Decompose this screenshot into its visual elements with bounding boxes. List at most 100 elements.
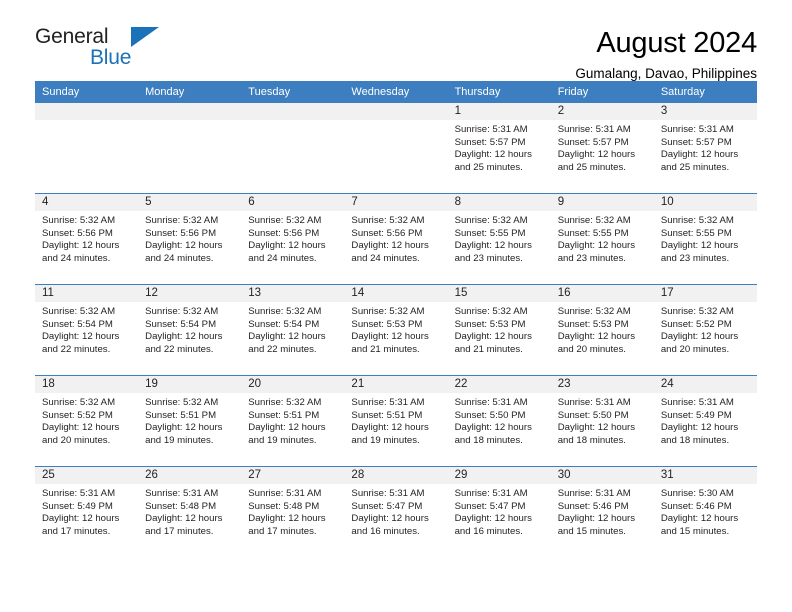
- daylight-text-line2: and 25 minutes.: [660, 161, 730, 173]
- calendar-day-cell[interactable]: 29 Sunrise: 5:31 AM Sunset: 5:47 PM Dayligh…: [447, 466, 551, 557]
- day-cell-inner: 20 Sunrise: 5:32 AM Sunset: 5:51 PM Dayligh…: [241, 376, 345, 466]
- sunrise-text: Sunrise: 5:32 AM: [145, 397, 219, 408]
- brand-logo[interactable]: General Blue: [35, 26, 215, 82]
- daylight-text-line1: Daylight: 12 hours: [248, 240, 326, 252]
- calendar-day-cell[interactable]: 16 Sunrise: 5:32 AM Sunset: 5:53 PM Dayligh…: [550, 284, 654, 376]
- calendar-day-cell[interactable]: 11 Sunrise: 5:32 AM Sunset: 5:54 PM Dayligh…: [35, 284, 139, 376]
- day-number: 25: [35, 467, 139, 484]
- day-details: Sunrise: 5:32 AM Sunset: 5:54 PM Daylight:…: [35, 302, 138, 356]
- calendar-day-cell[interactable]: 20 Sunrise: 5:32 AM Sunset: 5:51 PM Dayligh…: [241, 375, 345, 467]
- page-subtitle: Gumalang, Davao, Philippines: [575, 66, 757, 82]
- sunset-text: Sunset: 5:51 PM: [145, 409, 217, 421]
- calendar-day-cell[interactable]: 30 Sunrise: 5:31 AM Sunset: 5:46 PM Dayligh…: [550, 466, 654, 557]
- calendar-day-cell[interactable]: 14 Sunrise: 5:32 AM Sunset: 5:53 PM Dayligh…: [344, 284, 448, 376]
- daylight-text-line2: and 24 minutes.: [248, 252, 317, 264]
- daylight-text-line2: and 20 minutes.: [557, 343, 626, 355]
- day-cell-inner: 27 Sunrise: 5:31 AM Sunset: 5:48 PM Dayligh…: [241, 467, 345, 557]
- day-details: Sunrise: 5:31 AM Sunset: 5:48 PM Daylight:…: [241, 484, 344, 538]
- day-cell-inner: 28 Sunrise: 5:31 AM Sunset: 5:47 PM Dayligh…: [344, 467, 448, 557]
- sunset-text: Sunset: 5:47 PM: [454, 500, 526, 512]
- calendar-day-cell[interactable]: 31 Sunrise: 5:30 AM Sunset: 5:46 PM Dayligh…: [653, 466, 757, 557]
- day-cell-inner: 12 Sunrise: 5:32 AM Sunset: 5:54 PM Dayligh…: [138, 285, 242, 375]
- sunrise-text: Sunrise: 5:32 AM: [42, 306, 116, 317]
- brand-word-general: General: [35, 25, 109, 48]
- daylight-text-line1: Daylight: 12 hours: [660, 331, 739, 343]
- calendar-day-cell[interactable]: 9 Sunrise: 5:32 AM Sunset: 5:55 PM Daylight…: [550, 193, 654, 285]
- weekday-header-wednesday: Wednesday: [344, 81, 448, 103]
- day-cell-inner: 24 Sunrise: 5:31 AM Sunset: 5:49 PM Dayligh…: [653, 376, 757, 466]
- sunset-text: Sunset: 5:55 PM: [557, 227, 629, 239]
- day-number: 20: [241, 376, 345, 393]
- daylight-text-line2: and 22 minutes.: [248, 343, 317, 355]
- day-details: Sunrise: 5:32 AM Sunset: 5:51 PM Daylight:…: [138, 393, 241, 447]
- sunrise-text: Sunrise: 5:32 AM: [145, 215, 219, 226]
- calendar-cell-empty: [138, 103, 242, 194]
- sunset-text: Sunset: 5:49 PM: [660, 409, 732, 421]
- calendar-day-cell[interactable]: 18 Sunrise: 5:32 AM Sunset: 5:52 PM Dayligh…: [35, 375, 139, 467]
- calendar-day-cell[interactable]: 25 Sunrise: 5:31 AM Sunset: 5:49 PM Dayligh…: [35, 466, 139, 557]
- calendar-day-cell[interactable]: 8 Sunrise: 5:32 AM Sunset: 5:55 PM Daylight…: [447, 193, 551, 285]
- sunset-text: Sunset: 5:49 PM: [42, 500, 113, 512]
- day-cell-inner: 22 Sunrise: 5:31 AM Sunset: 5:50 PM Dayligh…: [447, 376, 551, 466]
- day-cell-inner: 26 Sunrise: 5:31 AM Sunset: 5:48 PM Dayligh…: [138, 467, 242, 557]
- day-number: 23: [550, 376, 654, 393]
- sunrise-text: Sunrise: 5:32 AM: [248, 306, 322, 317]
- daylight-text-line1: Daylight: 12 hours: [351, 513, 429, 525]
- day-details: Sunrise: 5:32 AM Sunset: 5:52 PM Daylight:…: [35, 393, 138, 447]
- daylight-text-line1: Daylight: 12 hours: [351, 240, 429, 252]
- calendar-day-cell[interactable]: 4 Sunrise: 5:32 AM Sunset: 5:56 PM Daylight…: [35, 193, 139, 285]
- sunrise-text: Sunrise: 5:32 AM: [145, 306, 219, 317]
- calendar-day-cell[interactable]: 1 Sunrise: 5:31 AM Sunset: 5:57 PM Daylight…: [447, 103, 551, 194]
- day-number: 14: [344, 285, 448, 302]
- daylight-text-line1: Daylight: 12 hours: [248, 331, 326, 343]
- sunset-text: Sunset: 5:47 PM: [351, 500, 423, 512]
- daylight-text-line1: Daylight: 12 hours: [145, 240, 223, 252]
- calendar-day-cell[interactable]: 24 Sunrise: 5:31 AM Sunset: 5:49 PM Dayligh…: [653, 375, 757, 467]
- day-cell-inner: 31 Sunrise: 5:30 AM Sunset: 5:46 PM Dayligh…: [653, 467, 757, 557]
- daylight-text-line2: and 19 minutes.: [351, 434, 420, 446]
- calendar-day-cell[interactable]: 17 Sunrise: 5:32 AM Sunset: 5:52 PM Dayligh…: [653, 284, 757, 376]
- day-details: Sunrise: 5:32 AM Sunset: 5:53 PM Daylight:…: [344, 302, 447, 356]
- calendar-day-cell[interactable]: 19 Sunrise: 5:32 AM Sunset: 5:51 PM Dayligh…: [138, 375, 242, 467]
- day-details: Sunrise: 5:31 AM Sunset: 5:50 PM Daylight:…: [551, 393, 654, 447]
- calendar-day-cell[interactable]: 2 Sunrise: 5:31 AM Sunset: 5:57 PM Daylight…: [550, 103, 654, 194]
- brand-word-blue: Blue: [90, 46, 132, 69]
- calendar-day-cell[interactable]: 5 Sunrise: 5:32 AM Sunset: 5:56 PM Daylight…: [138, 193, 242, 285]
- calendar-day-cell[interactable]: 13 Sunrise: 5:32 AM Sunset: 5:54 PM Dayligh…: [241, 284, 345, 376]
- calendar-day-cell[interactable]: 28 Sunrise: 5:31 AM Sunset: 5:47 PM Dayligh…: [344, 466, 448, 557]
- calendar-day-cell[interactable]: 23 Sunrise: 5:31 AM Sunset: 5:50 PM Dayligh…: [550, 375, 654, 467]
- day-details: Sunrise: 5:31 AM Sunset: 5:47 PM Daylight:…: [448, 484, 551, 538]
- calendar-day-cell[interactable]: 21 Sunrise: 5:31 AM Sunset: 5:51 PM Dayligh…: [344, 375, 448, 467]
- calendar-week-row: 25 Sunrise: 5:31 AM Sunset: 5:49 PM Dayligh…: [35, 466, 757, 557]
- calendar-cell-empty: [241, 103, 345, 194]
- daylight-text-line2: and 15 minutes.: [660, 525, 730, 537]
- sunrise-text: Sunrise: 5:32 AM: [351, 306, 425, 317]
- calendar-day-cell[interactable]: 7 Sunrise: 5:32 AM Sunset: 5:56 PM Daylight…: [344, 193, 448, 285]
- sunrise-text: Sunrise: 5:30 AM: [660, 488, 734, 499]
- sunset-text: Sunset: 5:57 PM: [660, 136, 732, 148]
- day-number: 11: [35, 285, 139, 302]
- calendar-day-cell[interactable]: 10 Sunrise: 5:32 AM Sunset: 5:55 PM Dayligh…: [653, 193, 757, 285]
- calendar-day-cell[interactable]: 26 Sunrise: 5:31 AM Sunset: 5:48 PM Dayligh…: [138, 466, 242, 557]
- calendar-day-cell[interactable]: 6 Sunrise: 5:32 AM Sunset: 5:56 PM Daylight…: [241, 193, 345, 285]
- calendar-day-cell[interactable]: 12 Sunrise: 5:32 AM Sunset: 5:54 PM Dayligh…: [138, 284, 242, 376]
- sunset-text: Sunset: 5:53 PM: [454, 318, 526, 330]
- day-details: Sunrise: 5:32 AM Sunset: 5:56 PM Daylight:…: [344, 211, 447, 265]
- calendar-day-cell[interactable]: 22 Sunrise: 5:31 AM Sunset: 5:50 PM Dayligh…: [447, 375, 551, 467]
- daylight-text-line2: and 24 minutes.: [42, 252, 111, 264]
- day-number: 19: [138, 376, 242, 393]
- sunrise-text: Sunrise: 5:31 AM: [454, 488, 528, 499]
- daylight-text-line2: and 22 minutes.: [145, 343, 214, 355]
- calendar-table: Sunday Monday Tuesday Wednesday Thursday…: [35, 81, 757, 557]
- sunset-text: Sunset: 5:53 PM: [557, 318, 629, 330]
- calendar-day-cell[interactable]: 27 Sunrise: 5:31 AM Sunset: 5:48 PM Dayligh…: [241, 466, 345, 557]
- day-cell-inner: 10 Sunrise: 5:32 AM Sunset: 5:55 PM Dayligh…: [653, 194, 757, 284]
- calendar-day-cell[interactable]: 3 Sunrise: 5:31 AM Sunset: 5:57 PM Daylight…: [653, 103, 757, 194]
- sunset-text: Sunset: 5:50 PM: [454, 409, 526, 421]
- day-cell-inner: 13 Sunrise: 5:32 AM Sunset: 5:54 PM Dayligh…: [241, 285, 345, 375]
- daylight-text-line1: Daylight: 12 hours: [351, 422, 429, 434]
- daylight-text-line2: and 24 minutes.: [351, 252, 420, 264]
- calendar-day-cell[interactable]: 15 Sunrise: 5:32 AM Sunset: 5:53 PM Dayligh…: [447, 284, 551, 376]
- daylight-text-line2: and 17 minutes.: [248, 525, 317, 537]
- day-number: [241, 103, 345, 120]
